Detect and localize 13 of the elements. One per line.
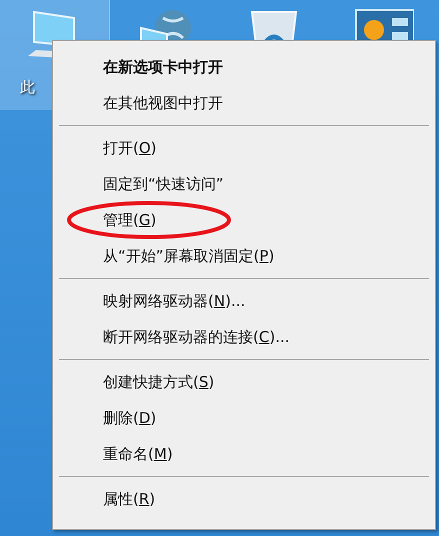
menu-item[interactable]: 在新选项卡中打开 bbox=[103, 58, 223, 76]
menu-item[interactable]: 从“开始”屏幕取消固定(P) bbox=[103, 246, 274, 266]
menu-item[interactable]: 属性(R) bbox=[103, 490, 156, 508]
menu-item[interactable]: 删除(D) bbox=[103, 408, 156, 428]
menu-item[interactable]: 创建快捷方式(S) bbox=[103, 372, 214, 392]
menu-item[interactable]: 打开(O) bbox=[103, 138, 157, 158]
menu-item[interactable]: 映射网络驱动器(N)... bbox=[103, 292, 246, 310]
menu-item[interactable]: 管理(G) bbox=[103, 210, 156, 230]
icon-label: 此 bbox=[20, 78, 35, 97]
menu-item[interactable]: 断开网络驱动器的连接(C)... bbox=[103, 328, 290, 346]
menu-item[interactable]: 固定到“快速访问” bbox=[103, 174, 224, 194]
menu-item[interactable]: 重命名(M) bbox=[103, 444, 173, 464]
menu-item[interactable]: 在其他视图中打开 bbox=[103, 94, 223, 112]
